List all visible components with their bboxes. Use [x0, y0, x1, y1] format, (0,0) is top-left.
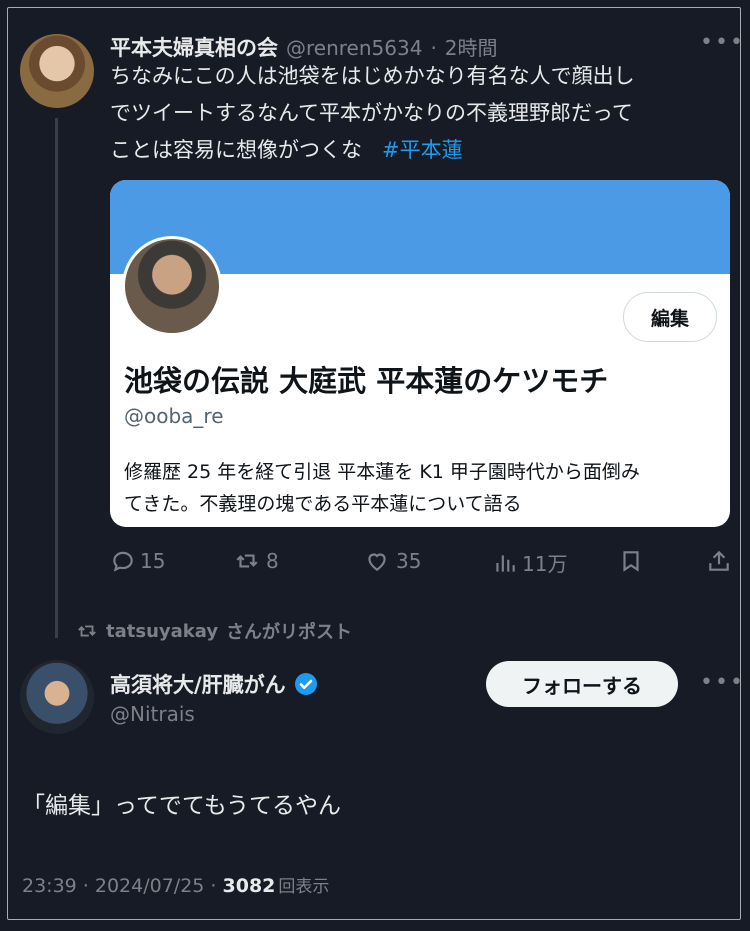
author-avatar[interactable] [20, 660, 94, 734]
profile-bio-line: 修羅歴 25 年を経て引退 平本蓮を K1 甲子園時代から面倒み [124, 461, 640, 483]
profile-avatar [122, 236, 222, 336]
views-icon [496, 554, 515, 572]
author-avatar[interactable] [20, 34, 94, 108]
embedded-profile-card[interactable]: 編集 池袋の伝説 大庭武 平本蓮のケツモチ @ooba_re 修羅歴 25 年を… [110, 180, 730, 527]
bookmark-button[interactable] [618, 548, 644, 574]
tweet-header: 高須将大/肝臓がん [110, 669, 318, 699]
tweet-text: ちなみにこの人は池袋をはじめかなり有名な人で顔出し でツイートするなんて平本がか… [110, 58, 730, 169]
author-handle[interactable]: @renren5634 [286, 36, 422, 60]
repost-user[interactable]: tatsuyakay [106, 621, 218, 642]
tweet-text-line: ちなみにこの人は池袋をはじめかなり有名な人で顔出し [110, 64, 635, 88]
verified-badge-icon [294, 673, 317, 695]
author-name[interactable]: 高須将大/肝臓がん [110, 669, 286, 699]
like-count: 35 [396, 549, 422, 573]
view-count: 3082 [222, 875, 276, 897]
bookmark-icon [623, 551, 639, 572]
profile-handle: @ooba_re [124, 404, 224, 428]
profile-name: 池袋の伝説 大庭武 平本蓮のケツモチ [124, 364, 609, 398]
tweet-text: 「編集」ってでてもうてるやん [22, 793, 342, 819]
thread-line [55, 118, 58, 638]
reply-count: 15 [140, 549, 166, 573]
view-label: 回表示 [278, 877, 330, 897]
like-button[interactable]: 35 [364, 548, 421, 574]
author-handle[interactable]: @Nitrais [110, 702, 195, 726]
more-horizontal-icon[interactable]: ••• [700, 670, 745, 695]
tweet-text-line: でツイートするなんて平本がかなりの不義理野郎だって [110, 101, 633, 125]
edit-profile-button[interactable]: 編集 [623, 292, 717, 342]
views-button[interactable]: 11万 [492, 548, 567, 577]
tweet-text-line: ことは容易に想像がつくな #平本蓮 [110, 138, 463, 162]
share-button[interactable] [706, 548, 732, 574]
profile-bio-line: てきた。不義理の塊である平本蓮について語る [124, 493, 522, 515]
tweet-time[interactable]: 2時間 [445, 32, 498, 61]
repost-label: さんがリポスト [226, 622, 353, 643]
repost-icon [236, 554, 258, 568]
repost-banner: tatsuyakay さんがリポスト [76, 618, 352, 644]
header-separator: · [430, 36, 437, 60]
tweet-timestamp[interactable]: 23:39 · 2024/07/25 · [22, 875, 223, 897]
tweet-meta: 23:39 · 2024/07/25 · 3082 回表示 [22, 872, 329, 897]
hashtag-link[interactable]: #平本蓮 [382, 138, 463, 162]
share-icon [709, 550, 729, 571]
follow-button[interactable]: フォローする [486, 661, 678, 707]
repost-icon [78, 625, 96, 637]
repost-button[interactable]: 8 [234, 548, 279, 574]
repost-count: 8 [266, 549, 279, 573]
reply-icon [113, 551, 133, 572]
view-count: 11万 [522, 552, 568, 576]
reply-button[interactable]: 15 [110, 548, 165, 574]
more-horizontal-icon[interactable]: ••• [700, 30, 745, 55]
heart-icon [368, 553, 386, 571]
profile-bio: 修羅歴 25 年を経て引退 平本蓮を K1 甲子園時代から面倒み てきた。不義理… [124, 456, 720, 520]
